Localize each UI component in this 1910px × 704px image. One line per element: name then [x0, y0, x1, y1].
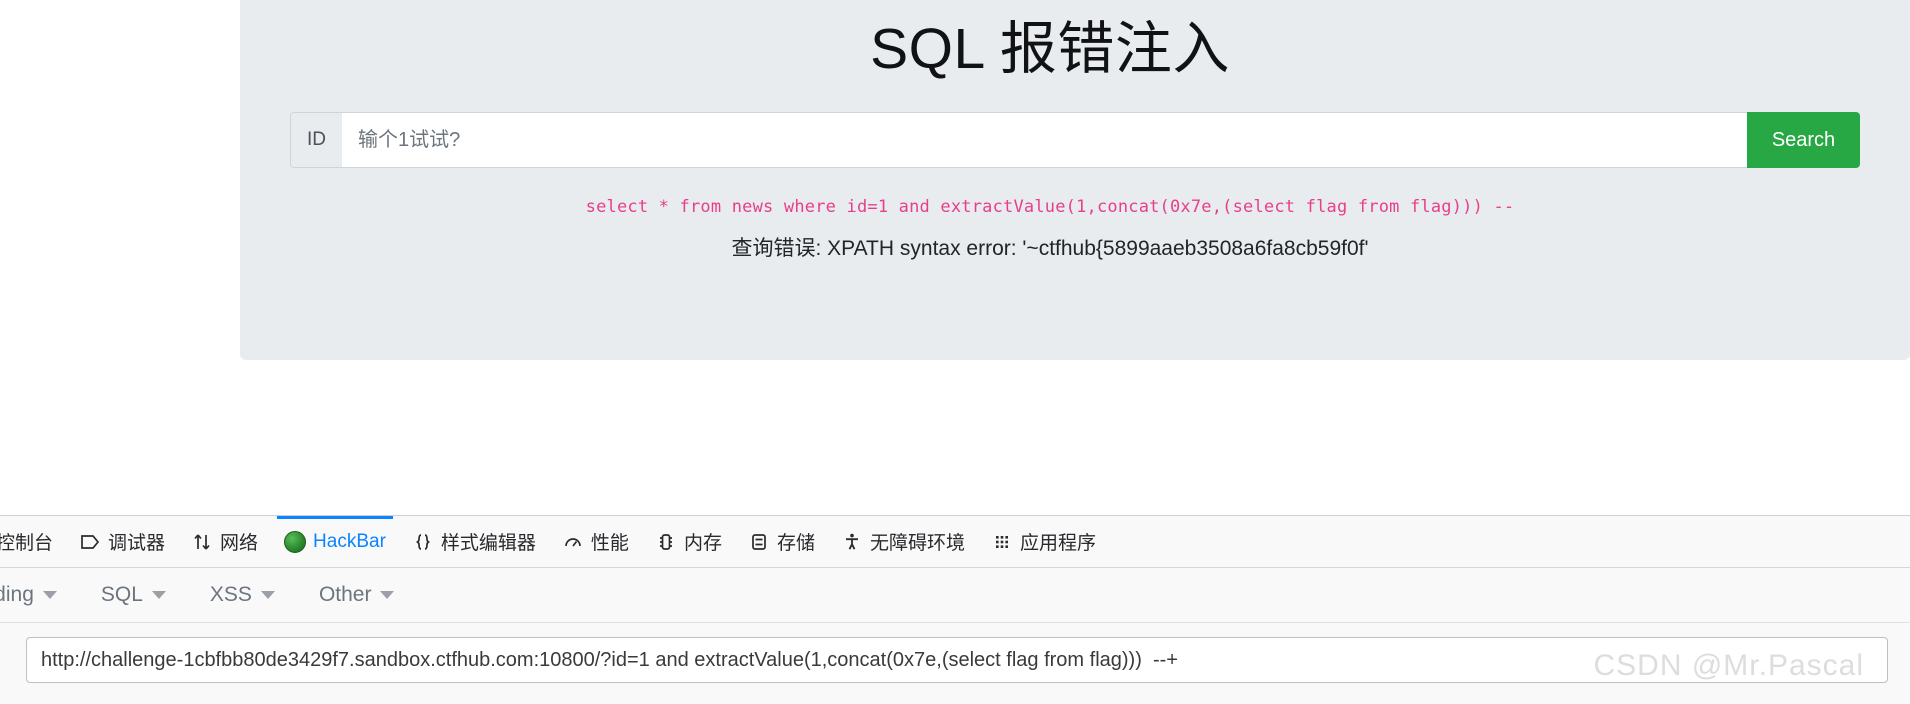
search-button[interactable]: Search [1747, 112, 1860, 168]
id-label: ID [290, 112, 342, 168]
devtools-panel: 控制台 调试器 网络 HackBar 样式编辑器 性能 内存 存储 无障碍环境 … [0, 515, 1910, 704]
accessibility-icon [841, 531, 863, 553]
hackbar-url-row: CSDN @Mr.Pascal [0, 623, 1910, 703]
tab-label: 调试器 [108, 533, 166, 554]
tab-storage[interactable]: 存储 [735, 516, 828, 567]
tab-style-editor[interactable]: 样式编辑器 [399, 516, 549, 567]
tab-hackbar[interactable]: HackBar [271, 516, 399, 567]
hackbar-menu-label: Other [318, 583, 372, 606]
tab-application[interactable]: 应用程序 [978, 516, 1109, 567]
tab-label: 性能 [590, 533, 629, 554]
chevron-down-icon [151, 591, 166, 599]
id-search-input-group: ID Search [290, 112, 1860, 168]
chevron-down-icon [42, 591, 57, 599]
tab-label: 样式编辑器 [440, 533, 536, 554]
tab-label: 网络 [220, 533, 259, 554]
hackbar-menu-encoding[interactable]: coding [0, 583, 79, 607]
chevron-down-icon [260, 591, 275, 599]
website-page-area: SQL 报错注入 ID Search select * from news wh… [0, 0, 1910, 515]
braces-icon [412, 531, 434, 553]
tab-network[interactable]: 网络 [178, 516, 271, 567]
storage-icon [748, 531, 770, 553]
hackbar-menu-label: coding [0, 583, 34, 606]
hackbar-url-input[interactable] [26, 637, 1888, 683]
tab-label: 存储 [776, 533, 815, 554]
id-input[interactable] [342, 112, 1747, 168]
memory-icon [655, 531, 677, 553]
application-icon [991, 531, 1013, 553]
tab-memory[interactable]: 内存 [642, 516, 735, 567]
tab-debugger[interactable]: 调试器 [66, 516, 178, 567]
tab-label: 应用程序 [1019, 533, 1096, 554]
hackbar-toolbar: coding SQL XSS Other [0, 568, 1910, 623]
chevron-down-icon [380, 591, 395, 599]
tab-label: 无障碍环境 [869, 533, 965, 554]
devtools-tabbar: 控制台 调试器 网络 HackBar 样式编辑器 性能 内存 存储 无障碍环境 … [0, 516, 1910, 568]
tab-console[interactable]: 控制台 [0, 516, 66, 567]
tab-label: 控制台 [0, 533, 54, 554]
page-title: SQL 报错注入 [870, 17, 1230, 81]
tab-performance[interactable]: 性能 [549, 516, 642, 567]
jumbotron-panel: SQL 报错注入 ID Search select * from news wh… [240, 0, 1910, 360]
debugger-icon [79, 531, 101, 553]
hackbar-menu-xss[interactable]: XSS [188, 583, 297, 607]
sql-query-text: select * from news where id=1 and extrac… [585, 197, 1515, 217]
error-message-text: 查询错误: XPATH syntax error: '~ctfhub{5899a… [731, 237, 1369, 260]
tab-accessibility[interactable]: 无障碍环境 [828, 516, 978, 567]
tab-label: 内存 [683, 533, 722, 554]
hackbar-menu-label: XSS [209, 583, 252, 606]
performance-icon [562, 531, 584, 553]
hackbar-menu-sql[interactable]: SQL [79, 583, 188, 607]
hackbar-logo-icon [284, 530, 307, 553]
hackbar-menu-label: SQL [100, 583, 143, 606]
tab-label: HackBar [313, 530, 386, 552]
network-icon [191, 531, 213, 553]
hackbar-menu-other[interactable]: Other [297, 583, 417, 607]
